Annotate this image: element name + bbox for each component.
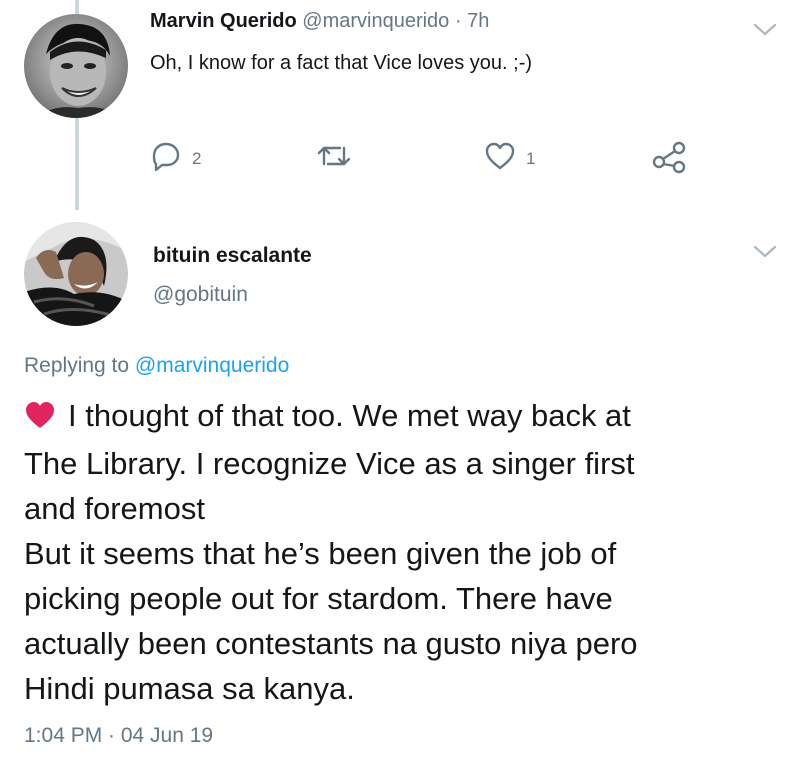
share-icon	[652, 140, 686, 179]
tweet2-author-name[interactable]: bituin escalante	[153, 244, 312, 268]
tweet1-time[interactable]: 7h	[467, 10, 489, 32]
tweet1-header: Marvin Querido @marvinquerido · 7h	[150, 10, 489, 33]
tweet2-line-5: picking people out for stardom. There ha…	[24, 581, 613, 616]
tweet2-line-6: actually been contestants na gusto niya …	[24, 626, 638, 661]
tweet2-line-4: But it seems that he’s been given the jo…	[24, 536, 617, 571]
tweet2-line-text: I thought of that too. We met way back a…	[68, 398, 631, 433]
like-button[interactable]: 1	[484, 140, 535, 177]
tweet2-timestamp[interactable]: 1:04 PM · 04 Jun 19	[24, 724, 213, 748]
tweet1-action-bar: 2 1	[0, 140, 800, 180]
heart-emoji-icon	[24, 396, 56, 441]
retweet-icon	[316, 140, 352, 177]
retweet-button[interactable]	[316, 140, 352, 177]
tweet2-line-2: The Library. I recognize Vice as a singe…	[24, 446, 635, 481]
like-count: 1	[526, 148, 536, 168]
tweet2-text: I thought of that too. We met way back a…	[24, 393, 784, 711]
tweet2-menu-chevron-down-icon[interactable]	[752, 244, 778, 265]
tweet1-text: Oh, I know for a fact that Vice loves yo…	[150, 52, 533, 74]
tweet2-line-7: Hindi pumasa sa kanya.	[24, 671, 355, 706]
reply-button[interactable]: 2	[150, 140, 201, 177]
tweet2-line-1: I thought of that too. We met way back a…	[24, 393, 784, 441]
tweet2-author-handle[interactable]: @gobituin	[153, 283, 248, 307]
reply-icon	[150, 140, 182, 177]
tweet1-author-name[interactable]: Marvin Querido	[150, 10, 297, 32]
tweet1-menu-chevron-down-icon[interactable]	[752, 22, 778, 43]
tweet2-line-3: and foremost	[24, 491, 205, 526]
share-button[interactable]	[652, 140, 686, 179]
replying-to: Replying to @marvinquerido	[24, 354, 289, 378]
replying-prefix: Replying to	[24, 354, 130, 377]
avatar-bituin[interactable]	[24, 222, 128, 326]
separator-dot: ·	[454, 10, 462, 32]
avatar-marvin[interactable]	[24, 14, 128, 118]
tweet1-author-handle[interactable]: @marvinquerido	[302, 10, 449, 32]
replying-to-link[interactable]: @marvinquerido	[135, 354, 289, 377]
reply-count: 2	[192, 148, 202, 168]
heart-outline-icon	[484, 140, 516, 177]
